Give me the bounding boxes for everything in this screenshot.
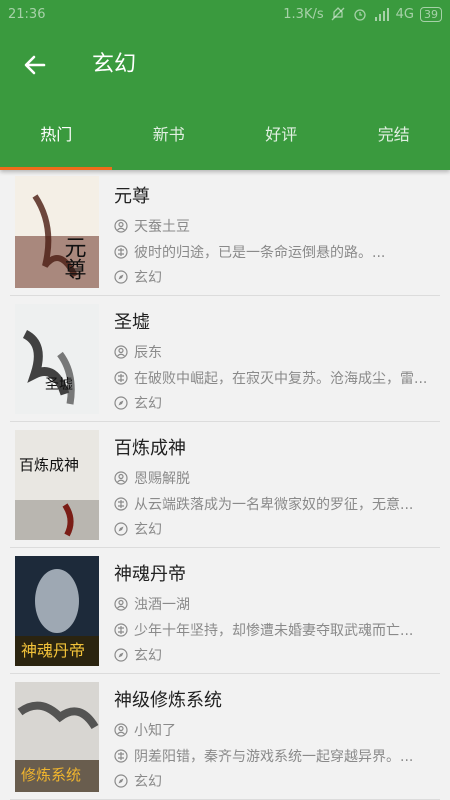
back-arrow-icon[interactable] — [20, 50, 50, 80]
category-icon — [114, 774, 128, 788]
cover-title: 修炼系统 — [21, 766, 81, 784]
book-description: 从云端跌落成为一名卑微家奴的罗征，无意... — [134, 497, 414, 513]
book-description: 在破败中崛起，在寂灭中复苏。沧海成尘，雷... — [134, 371, 428, 387]
tab-good-reviews[interactable]: 好评 — [225, 115, 338, 170]
status-icons: 1.3K/s 4G 39 — [283, 6, 442, 22]
category-icon — [114, 522, 128, 536]
book-cover: 百炼成神 — [15, 430, 99, 540]
book-cover: 修炼系统 — [15, 682, 99, 792]
description-icon — [114, 245, 128, 259]
book-author: 浊酒一湖 — [134, 597, 190, 613]
description-icon — [114, 623, 128, 637]
status-bar: 21:36 1.3K/s 4G 39 — [0, 0, 450, 32]
author-icon — [114, 471, 128, 485]
book-author: 恩赐解脱 — [134, 471, 190, 487]
book-description: 阴差阳错，秦齐与游戏系统一起穿越异界。... — [134, 749, 414, 765]
description-icon — [114, 749, 128, 763]
category-icon — [114, 396, 128, 410]
author-icon — [114, 345, 128, 359]
book-description: 少年十年坚持，却惨遭未婚妻夺取武魂而亡... — [134, 623, 414, 639]
cover-title: 元尊 — [61, 236, 86, 280]
book-list: 元尊 元尊 天蚕土豆 彼时的归途，已是一条命运倒悬的路。... 玄幻 圣墟 圣墟… — [10, 170, 440, 800]
network-type: 4G — [395, 6, 414, 22]
tab-new[interactable]: 新书 — [113, 115, 226, 170]
book-title: 神级修炼系统 — [114, 690, 222, 711]
book-description: 彼时的归途，已是一条命运倒悬的路。... — [134, 245, 386, 261]
cover-image: 圣墟 — [15, 304, 99, 414]
battery-icon: 39 — [420, 6, 442, 22]
category-icon — [114, 648, 128, 662]
book-author: 辰东 — [134, 345, 162, 361]
book-category: 玄幻 — [134, 648, 162, 664]
book-author: 小知了 — [134, 723, 176, 739]
tab-indicator — [0, 167, 112, 170]
book-item[interactable]: 神魂丹帝 神魂丹帝 浊酒一湖 少年十年坚持，却惨遭未婚妻夺取武魂而亡... 玄幻 — [10, 548, 440, 674]
page-title: 玄幻 — [92, 52, 137, 77]
book-item[interactable]: 百炼成神 百炼成神 恩赐解脱 从云端跌落成为一名卑微家奴的罗征，无意... 玄幻 — [10, 422, 440, 548]
book-title: 神魂丹帝 — [114, 564, 186, 585]
description-icon — [114, 497, 128, 511]
book-item[interactable]: 修炼系统 神级修炼系统 小知了 阴差阳错，秦齐与游戏系统一起穿越异界。... 玄… — [10, 674, 440, 800]
category-tabs: 热门 新书 好评 完结 — [0, 115, 450, 170]
book-title: 元尊 — [114, 186, 150, 207]
description-icon — [114, 371, 128, 385]
tab-hot[interactable]: 热门 — [0, 115, 113, 170]
book-author: 天蚕土豆 — [134, 219, 190, 235]
book-title: 圣墟 — [114, 312, 150, 333]
author-icon — [114, 219, 128, 233]
cover-image: 神魂丹帝 — [15, 556, 99, 666]
category-icon — [114, 270, 128, 284]
cover-title: 百炼成神 — [19, 456, 79, 474]
app-bar: 21:36 1.3K/s 4G 39 玄幻 热门 新书 好评 完结 — [0, 0, 450, 170]
cover-image: 百炼成神 — [15, 430, 99, 540]
signal-icon — [374, 8, 389, 21]
cover-image: 元尊 — [15, 176, 99, 288]
cover-title: 神魂丹帝 — [21, 641, 85, 660]
author-icon — [114, 597, 128, 611]
book-category: 玄幻 — [134, 774, 162, 790]
book-item[interactable]: 圣墟 圣墟 辰东 在破败中崛起，在寂灭中复苏。沧海成尘，雷... 玄幻 — [10, 296, 440, 422]
mute-icon — [331, 7, 345, 21]
cover-title: 圣墟 — [45, 377, 73, 393]
tab-completed[interactable]: 完结 — [338, 115, 450, 170]
book-category: 玄幻 — [134, 396, 162, 412]
net-speed: 1.3K/s — [283, 6, 324, 22]
status-time: 21:36 — [8, 7, 46, 22]
book-cover: 神魂丹帝 — [15, 556, 99, 666]
book-cover: 圣墟 — [15, 304, 99, 414]
book-title: 百炼成神 — [114, 438, 186, 459]
alarm-icon — [353, 9, 366, 21]
book-cover: 元尊 — [15, 176, 99, 288]
book-category: 玄幻 — [134, 270, 162, 286]
author-icon — [114, 723, 128, 737]
book-item[interactable]: 元尊 元尊 天蚕土豆 彼时的归途，已是一条命运倒悬的路。... 玄幻 — [10, 170, 440, 296]
cover-image: 修炼系统 — [15, 682, 99, 792]
book-category: 玄幻 — [134, 522, 162, 538]
